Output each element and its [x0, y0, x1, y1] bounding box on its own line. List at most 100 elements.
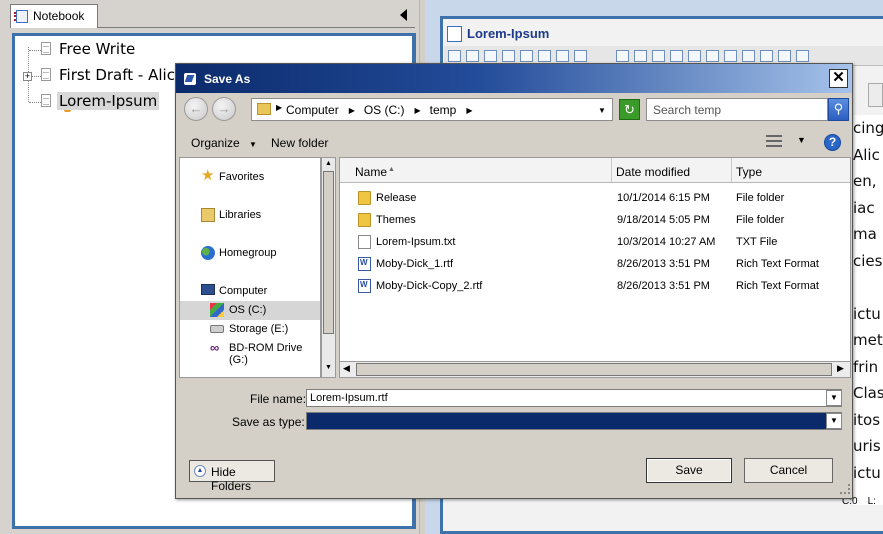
command-bar: Organize ▼ New folder ▼ ? [181, 131, 849, 155]
folder-icon [257, 103, 271, 115]
text-line: en, [853, 172, 877, 190]
file-name-dropdown[interactable]: ▼ [826, 390, 842, 406]
column-header-type[interactable]: Type [732, 158, 850, 183]
toolbar-icon[interactable] [538, 50, 551, 62]
nav-item-storage-drive[interactable]: Storage (E:) [180, 320, 320, 339]
chevron-down-icon[interactable]: ▼ [598, 106, 606, 115]
toolbar-icon[interactable] [652, 50, 665, 62]
toolbar-icon[interactable] [706, 50, 719, 62]
toolbar-icon[interactable] [556, 50, 569, 62]
scroll-right-icon[interactable]: ▶ [837, 363, 844, 374]
organize-button[interactable]: Organize ▼ [191, 136, 257, 150]
drive-icon [210, 303, 224, 317]
refresh-button[interactable]: ↻ [619, 99, 640, 120]
toolbar-icon[interactable] [574, 50, 587, 62]
file-list-horizontal-scrollbar[interactable]: ◀ ▶ [339, 361, 851, 378]
chevron-right-icon[interactable]: ▶ [466, 106, 472, 115]
text-line: iac [853, 198, 875, 217]
toolbar-icon[interactable] [502, 50, 515, 62]
file-row[interactable]: Lorem-Ipsum.txt 10/3/2014 10:27 AM TXT F… [340, 232, 850, 254]
toolbar-icon[interactable] [778, 50, 791, 62]
search-input[interactable]: Search temp [646, 98, 828, 121]
nav-item-os-drive[interactable]: OS (C:) [180, 301, 320, 320]
file-name-input[interactable]: Lorem-Ipsum.rtf [306, 389, 842, 407]
tree-line [29, 102, 41, 103]
column-header-date[interactable]: Date modified [612, 158, 732, 183]
file-name-label: File name: [250, 392, 307, 406]
toolbar-icon[interactable] [484, 50, 497, 62]
nav-item-homegroup[interactable]: Homegroup [180, 244, 320, 263]
document-icon [41, 42, 51, 55]
file-row[interactable]: Moby-Dick_1.rtf 8/26/2013 3:51 PM Rich T… [340, 254, 850, 276]
file-type: File folder [736, 192, 785, 204]
nav-pane-scrollbar[interactable]: ▲ ▼ [321, 157, 336, 378]
text-line: ma [853, 225, 877, 243]
file-row[interactable]: Moby-Dick-Copy_2.rtf 8/26/2013 3:51 PM R… [340, 276, 850, 298]
chevron-down-icon[interactable]: ▼ [797, 135, 806, 145]
chevron-right-icon[interactable]: ▶ [276, 103, 282, 112]
resize-grip-icon[interactable] [840, 484, 850, 494]
toolbar-icon[interactable] [688, 50, 701, 62]
save-button[interactable]: Save [646, 458, 732, 483]
notebook-tab[interactable]: Notebook [10, 4, 98, 28]
hide-folders-button[interactable]: ▲ Hide Folders [189, 460, 275, 493]
new-folder-button[interactable]: New folder [271, 136, 328, 150]
breadcrumb-temp[interactable]: temp [430, 103, 457, 117]
breadcrumb-computer[interactable]: Computer [286, 103, 339, 117]
scroll-up-icon[interactable]: ▲ [325, 160, 332, 167]
text-line: ictu [853, 463, 881, 482]
scroll-thumb[interactable] [356, 363, 832, 376]
toolbar-icon[interactable] [796, 50, 809, 62]
forward-button[interactable]: → [212, 97, 236, 121]
file-name: Release [376, 192, 417, 204]
close-button[interactable]: ✕ [829, 69, 848, 88]
chevron-right-icon[interactable]: ▶ [415, 106, 421, 115]
toolbar-icon[interactable] [742, 50, 755, 62]
rtf-file-icon [358, 279, 371, 293]
toolbar-icon[interactable] [670, 50, 683, 62]
editor-scroll-button[interactable] [868, 83, 883, 107]
search-button[interactable]: ⚲ [828, 98, 849, 121]
file-type: Rich Text Format [736, 258, 819, 270]
help-button[interactable]: ? [824, 134, 841, 151]
scroll-down-icon[interactable]: ▼ [325, 364, 332, 371]
notebook-tab-label: Notebook [33, 9, 85, 23]
document-edit-icon [41, 94, 71, 112]
refresh-icon: ↻ [624, 102, 635, 117]
chevron-down-icon: ▼ [830, 393, 838, 402]
cancel-button[interactable]: Cancel [744, 458, 833, 483]
scroll-thumb[interactable] [323, 171, 334, 334]
nav-item-favorites[interactable]: ★ Favorites [180, 168, 320, 187]
back-button[interactable]: ← [184, 97, 208, 121]
text-line: cing [853, 119, 883, 137]
nav-item-libraries[interactable]: Libraries [180, 206, 320, 225]
nav-item-label: Libraries [219, 209, 262, 221]
toolbar-icon[interactable] [448, 50, 461, 62]
dialog-title-bar[interactable]: Save As [176, 64, 852, 93]
chevron-right-icon[interactable]: ▶ [349, 106, 355, 115]
help-icon: ? [828, 135, 837, 149]
save-type-select[interactable] [306, 412, 842, 430]
toolbar-icon[interactable] [760, 50, 773, 62]
nav-item-label: BD-ROM Drive (G:) [229, 342, 303, 366]
toolbar-icon[interactable] [466, 50, 479, 62]
toolbar-icon[interactable] [520, 50, 533, 62]
toolbar-icon[interactable] [634, 50, 647, 62]
editor-title: Lorem-Ipsum [467, 26, 550, 41]
file-row[interactable]: Themes 9/18/2014 5:05 PM File folder [340, 210, 850, 232]
save-type-dropdown[interactable]: ▼ [826, 413, 842, 429]
view-list-icon[interactable] [766, 135, 782, 147]
breadcrumb-drive[interactable]: OS (C:) [364, 103, 405, 117]
scroll-left-icon[interactable]: ◀ [343, 363, 350, 374]
nav-item-computer[interactable]: Computer [180, 282, 320, 301]
toolbar-icon[interactable] [616, 50, 629, 62]
toolbar-icon[interactable] [724, 50, 737, 62]
library-icon [201, 208, 215, 222]
expand-plus-icon[interactable]: + [23, 72, 32, 81]
nav-item-bd-rom[interactable]: ∞ BD-ROM Drive (G:) [180, 339, 320, 367]
editor-text[interactable]: cing Alic en, iac ma cies ictu met frin … [853, 115, 883, 505]
address-bar[interactable]: ▶ Computer ▶ OS (C:) ▶ temp ▶ ▼ [251, 98, 613, 121]
file-row[interactable]: Release 10/1/2014 6:15 PM File folder [340, 188, 850, 210]
collapse-arrow-icon[interactable] [400, 9, 407, 21]
column-header-name[interactable]: Name [340, 158, 612, 183]
